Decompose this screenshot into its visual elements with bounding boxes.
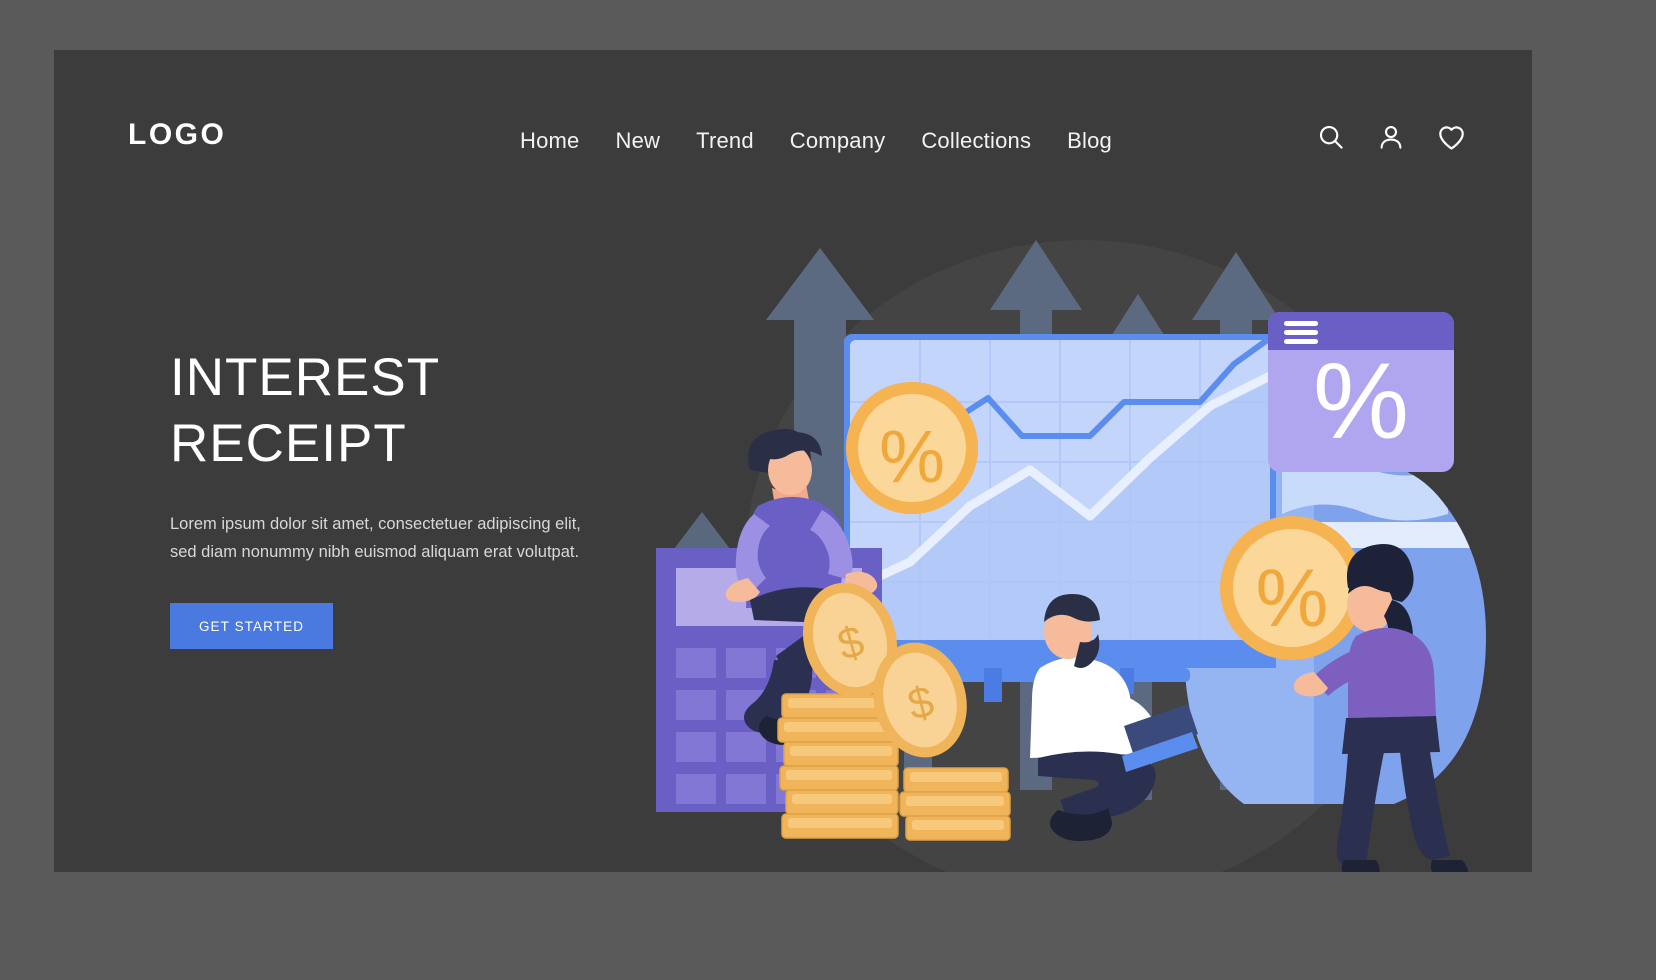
percent-coin-large: % bbox=[846, 382, 978, 514]
nav-item-trend[interactable]: Trend bbox=[678, 122, 772, 160]
svg-text:%: % bbox=[879, 415, 945, 498]
nav-item-collections[interactable]: Collections bbox=[903, 122, 1049, 160]
page-title: INTEREST RECEIPT bbox=[170, 345, 670, 478]
nav-item-new[interactable]: New bbox=[598, 122, 679, 160]
nav-icons bbox=[1314, 120, 1468, 154]
nav-item-blog[interactable]: Blog bbox=[1049, 122, 1130, 160]
headline-line-2: RECEIPT bbox=[170, 414, 407, 474]
search-icon[interactable] bbox=[1314, 120, 1348, 154]
nav-item-company[interactable]: Company bbox=[772, 122, 904, 160]
logo[interactable]: LOGO bbox=[128, 120, 226, 150]
interest-receipt-illustration: % % % $ $ bbox=[654, 170, 1532, 872]
get-started-button[interactable]: GET STARTED bbox=[170, 603, 333, 650]
hero-copy: INTEREST RECEIPT Lorem ipsum dolor sit a… bbox=[170, 345, 670, 650]
svg-text:%: % bbox=[1313, 340, 1409, 461]
hero-paragraph: Lorem ipsum dolor sit amet, consectetuer… bbox=[170, 514, 581, 562]
heart-icon[interactable] bbox=[1434, 120, 1468, 154]
user-icon[interactable] bbox=[1374, 120, 1408, 154]
percent-coin-woman: % bbox=[1220, 516, 1364, 660]
svg-text:%: % bbox=[1256, 553, 1329, 644]
headline-line-1: INTEREST bbox=[170, 348, 441, 407]
page-frame: LOGO Home New Trend Company Collections … bbox=[0, 0, 1656, 980]
percent-card: % bbox=[1268, 312, 1454, 472]
nav-item-home[interactable]: Home bbox=[502, 122, 598, 160]
hero-card: LOGO Home New Trend Company Collections … bbox=[54, 50, 1532, 872]
nav-links: Home New Trend Company Collections Blog bbox=[502, 122, 1130, 160]
